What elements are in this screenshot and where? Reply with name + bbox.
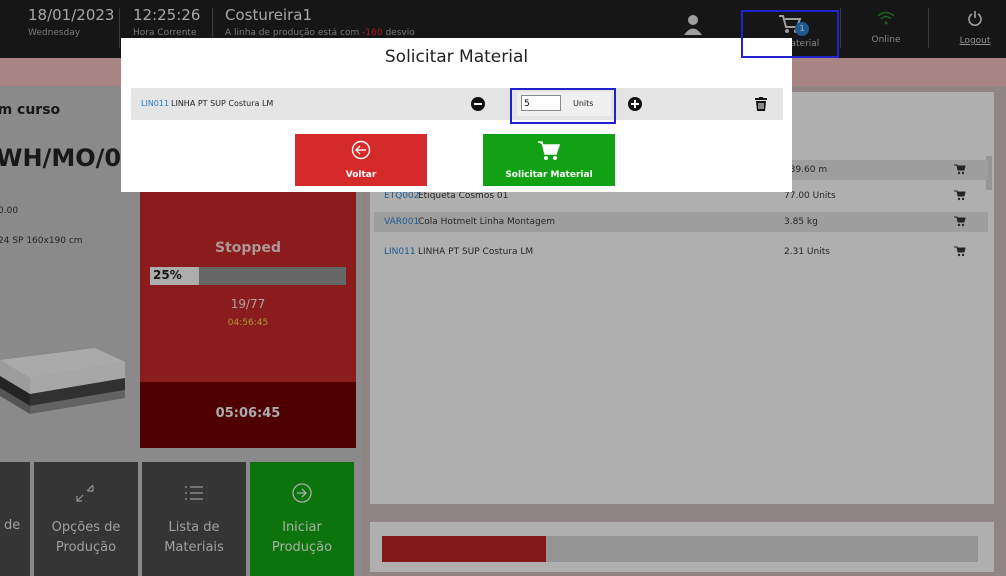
decrease-button[interactable] xyxy=(471,97,485,111)
back-button[interactable]: Voltar xyxy=(295,134,427,186)
request-material-button[interactable]: Solicitar Material xyxy=(483,134,615,186)
minus-icon xyxy=(474,103,482,105)
increase-button[interactable] xyxy=(628,97,642,111)
request-material-label: Solicitar Material xyxy=(505,170,593,180)
cart-icon xyxy=(537,140,561,165)
item-code[interactable]: LIN011 xyxy=(141,99,169,108)
trash-icon[interactable] xyxy=(755,96,767,115)
modal-title: Solicitar Material xyxy=(384,47,529,67)
item-name: LINHA PT SUP Costura LM xyxy=(171,99,274,108)
back-button-label: Voltar xyxy=(345,170,377,180)
highlight-quantity xyxy=(510,88,616,124)
arrow-left-circle-icon xyxy=(351,140,371,163)
highlight-cart xyxy=(741,10,839,58)
request-item-row: LIN011 LINHA PT SUP Costura LM 5 Units xyxy=(131,88,783,120)
request-material-modal: Solicitar Material LIN011 LINHA PT SUP C… xyxy=(121,38,792,192)
plus-icon-bar xyxy=(634,100,636,108)
